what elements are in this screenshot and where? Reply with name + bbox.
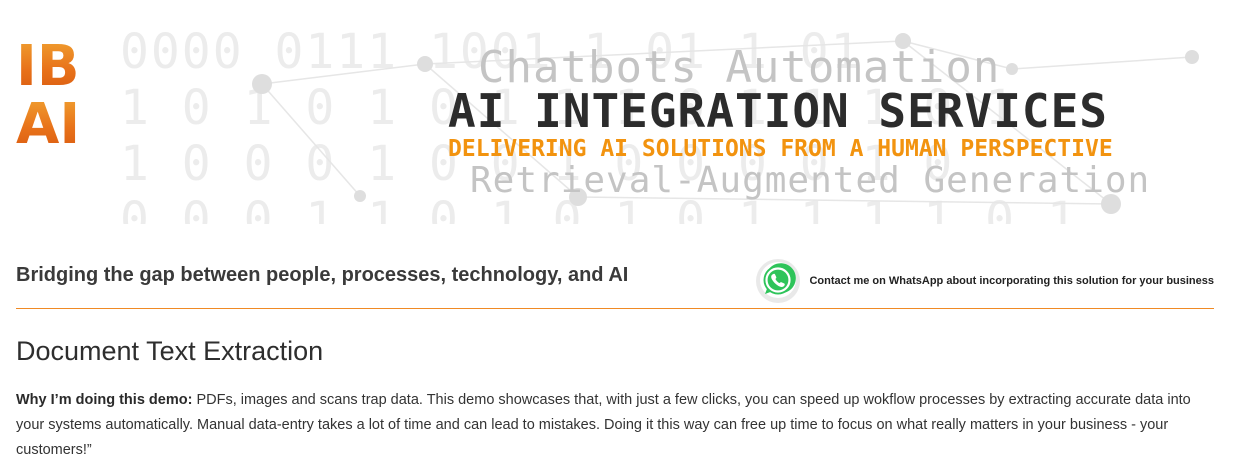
banner-title: AI INTEGRATION SERVICES [448,84,1108,138]
logo-line-1: IB [16,38,92,96]
banner-keywords-bottom: Retrieval-Augmented Generation [470,160,1151,201]
whatsapp-link-text[interactable]: Contact me on WhatsApp about incorporati… [809,275,1214,287]
intro-label: Why I’m doing this demo: [16,392,193,408]
logo-line-2: AI [16,96,92,154]
intro-paragraph: Why I’m doing this demo: PDFs, images an… [16,388,1196,463]
ibai-logo[interactable]: IB AI [16,38,92,160]
hero-banner: 0000 0111 1001 1 01 1 01 1 0 1 0 1 0 1 1… [0,0,1242,235]
site-tagline: Bridging the gap between people, process… [16,264,629,286]
whatsapp-icon[interactable] [755,258,801,304]
section-divider [16,308,1214,309]
page-title: Document Text Extraction [16,336,324,366]
intro-text: PDFs, images and scans trap data. This d… [16,392,1191,458]
whatsapp-contact-link[interactable]: Contact me on WhatsApp about incorporati… [755,258,1214,304]
banner-subtitle: DELIVERING AI SOLUTIONS FROM A HUMAN PER… [448,136,1113,162]
